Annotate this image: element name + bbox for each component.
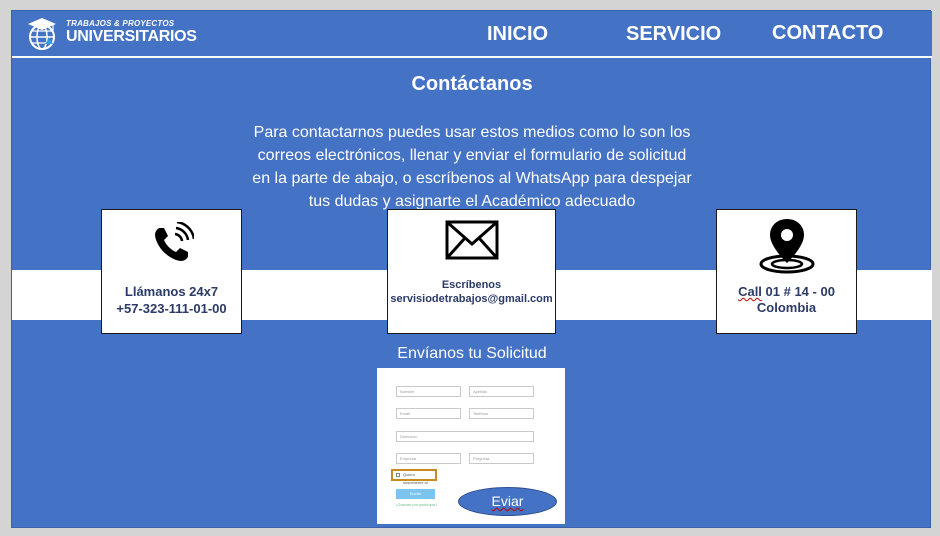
- email-label: Escríbenos: [441, 279, 502, 291]
- nav-contacto[interactable]: CONTACTO: [772, 22, 883, 45]
- logo-title: UNIVERSITARIOS: [66, 28, 197, 45]
- email-field[interactable]: Email: [396, 408, 461, 419]
- email-address[interactable]: servisiodetrabajos@gmail.com: [388, 293, 555, 305]
- envelope-icon: [388, 220, 555, 260]
- address-line: Call 01 # 14 - 00: [717, 284, 856, 299]
- submit-button[interactable]: Eviar: [458, 487, 557, 516]
- phone-number: +57-323-111-01-00: [116, 301, 227, 316]
- page-title: Contáctanos: [411, 73, 533, 95]
- company-field[interactable]: Empresa: [396, 453, 461, 464]
- nav-inicio[interactable]: INICIO: [487, 23, 548, 46]
- address-street-word: Call: [738, 284, 762, 299]
- name-field[interactable]: Nombre: [396, 386, 461, 397]
- phone-field[interactable]: Teléfono: [469, 408, 534, 419]
- submit-label: Eviar: [491, 493, 524, 509]
- globe-graduation-cap-icon: [28, 18, 56, 50]
- contact-page: TRABAJOS & PROYECTOS UNIVERSITARIOS INIC…: [11, 10, 932, 528]
- top-navigation-bar: TRABAJOS & PROYECTOS UNIVERSITARIOS INIC…: [12, 11, 932, 58]
- location-card[interactable]: Call 01 # 14 - 00 Colombia: [716, 209, 857, 334]
- address-street-number: 01 # 14 - 00: [761, 284, 835, 299]
- contact-description: Para contactarnos puedes usar estos medi…: [252, 124, 692, 210]
- checkbox-box[interactable]: [396, 473, 400, 477]
- lastname-field[interactable]: Apellido: [469, 386, 534, 397]
- email-card[interactable]: Escríbenos servisiodetrabajos@gmail.com: [387, 209, 556, 334]
- question-field[interactable]: Pregunta: [469, 453, 534, 464]
- logo-tagline: TRABAJOS & PROYECTOS: [66, 19, 175, 28]
- form-title: Envíanos tu Solicitud: [397, 345, 547, 362]
- location-pin-icon: [717, 217, 856, 275]
- address-country: Colombia: [756, 300, 817, 315]
- form-note: ¡Gracias por participar!: [396, 502, 437, 507]
- window-frame: TRABAJOS & PROYECTOS UNIVERSITARIOS INIC…: [0, 0, 940, 536]
- newsletter-checkbox[interactable]: Quiero suscribirme al boletín: [391, 469, 437, 493]
- phone-icon: [102, 222, 241, 266]
- address-field[interactable]: Dirección: [396, 431, 534, 442]
- phone-label: Llámanos 24x7: [124, 284, 219, 299]
- site-logo[interactable]: TRABAJOS & PROYECTOS UNIVERSITARIOS: [24, 15, 197, 53]
- nav-servicio[interactable]: SERVICIO: [626, 23, 721, 46]
- phone-card[interactable]: Llámanos 24x7 +57-323-111-01-00: [101, 209, 242, 334]
- form-send-button[interactable]: Enviar: [396, 489, 435, 499]
